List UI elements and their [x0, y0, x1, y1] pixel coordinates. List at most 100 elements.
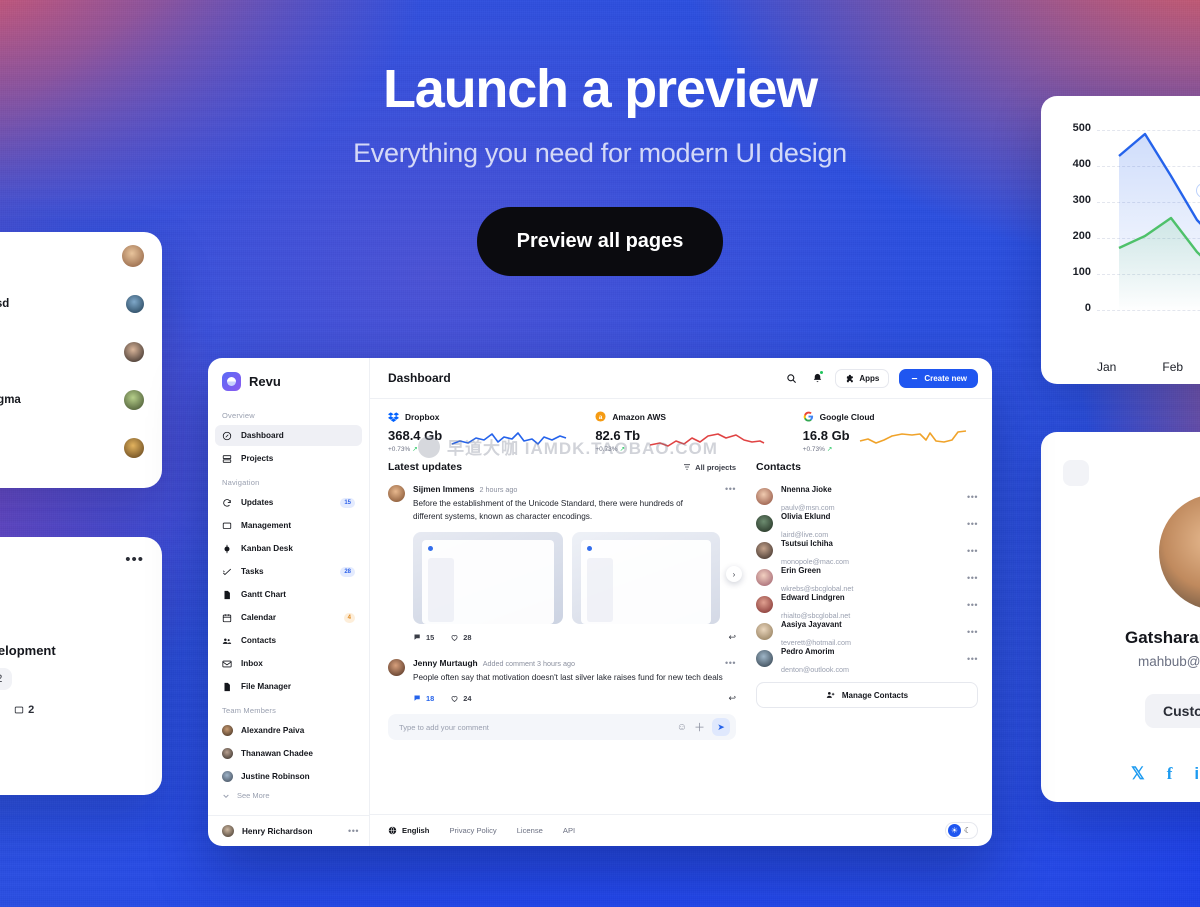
post-comments[interactable]: 15 — [413, 633, 434, 642]
feed-post: Jenny Murtaugh Added comment 3 hours ago… — [388, 658, 736, 703]
contact-row[interactable]: Pedro Amorim denton@outlook.com ••• — [756, 645, 978, 674]
more-options-icon[interactable]: ••• — [967, 546, 978, 556]
tasks-icon — [14, 706, 24, 714]
attach-icon[interactable]: ＋ — [694, 719, 705, 735]
reply-icon[interactable]: ↩ — [728, 632, 736, 643]
create-new-label: Create new — [924, 373, 967, 383]
sidebar-team-member[interactable]: Alexandre Paiva — [215, 720, 362, 741]
list-item[interactable]: templates.psd — [0, 280, 162, 328]
sparkline — [859, 430, 966, 444]
sidebar-item-dashboard[interactable]: Dashboard — [215, 425, 362, 446]
tasks-stat: 2 — [14, 704, 34, 716]
google-cloud-icon — [803, 411, 813, 422]
sidebar: Revu Overview Dashboard Projects Navigat… — [208, 358, 370, 846]
reply-icon[interactable]: ↩ — [728, 693, 736, 704]
preview-all-pages-button[interactable]: Preview all pages — [476, 207, 724, 276]
more-options-icon[interactable]: ••• — [967, 654, 978, 664]
media-thumbnail[interactable] — [413, 532, 563, 625]
dropbox-icon — [388, 412, 399, 422]
more-options-icon[interactable]: ••• — [125, 551, 144, 568]
more-options-icon[interactable]: ••• — [348, 826, 359, 836]
sidebar-item-file-manager[interactable]: File Manager — [215, 676, 362, 697]
inbox-icon — [222, 659, 232, 669]
list-item[interactable]: e for team.figma — [0, 376, 162, 424]
apps-button[interactable]: Apps — [835, 368, 890, 388]
language-selector[interactable]: English — [388, 826, 429, 835]
tasks-icon — [222, 567, 232, 577]
bell-icon[interactable] — [809, 370, 825, 386]
emoji-icon[interactable]: ☺ — [677, 722, 687, 733]
sidebar-item-label: Tasks — [241, 567, 264, 576]
projects-icon — [222, 454, 232, 464]
more-options-icon[interactable]: ••• — [967, 573, 978, 583]
team-member-name: Justine Robinson — [241, 772, 310, 781]
comment-input[interactable] — [399, 722, 670, 732]
more-options-icon[interactable]: ••• — [967, 627, 978, 637]
more-options-icon[interactable]: ••• — [725, 484, 736, 494]
facebook-icon[interactable]: f — [1167, 764, 1173, 784]
language-label: English — [402, 826, 430, 835]
provider-name: Google Cloud — [819, 411, 875, 422]
sidebar-item-label: File Manager — [241, 682, 292, 691]
project-date: 03 Dec 2022 — [0, 668, 13, 690]
manage-contacts-button[interactable]: Manage Contacts — [756, 682, 978, 708]
api-link[interactable]: API — [563, 826, 575, 835]
media-thumbnail[interactable] — [572, 532, 720, 625]
sidebar-current-user[interactable]: Henry Richardson ••• — [208, 815, 369, 846]
stat-value: 368.4 Gb — [388, 428, 443, 444]
more-options-icon[interactable]: ••• — [967, 492, 978, 502]
x-tick: Jan — [1097, 360, 1117, 374]
aws-icon: a — [595, 411, 606, 422]
y-tick: 0 — [1084, 302, 1091, 314]
sidebar-item-contacts[interactable]: Contacts — [215, 630, 362, 651]
sidebar-item-inbox[interactable]: Inbox — [215, 653, 362, 674]
search-icon[interactable] — [783, 370, 799, 386]
post-comments[interactable]: 18 — [413, 694, 434, 703]
provider-name: Amazon AWS — [612, 411, 666, 422]
more-options-icon[interactable]: ••• — [725, 658, 736, 668]
avatar — [1159, 494, 1200, 610]
license-link[interactable]: License — [517, 826, 543, 835]
contacts-title: Contacts — [756, 461, 801, 473]
more-options-icon[interactable]: ••• — [967, 600, 978, 610]
post-likes[interactable]: 24 — [450, 694, 471, 703]
twitter-icon[interactable]: 𝕏 — [1131, 764, 1145, 784]
create-new-button[interactable]: Create new — [899, 368, 978, 388]
avatar — [756, 596, 773, 613]
avatar — [124, 438, 144, 458]
more-options-icon[interactable]: ••• — [967, 519, 978, 529]
sidebar-item-updates[interactable]: Updates 15 — [215, 492, 362, 513]
next-media-button[interactable]: › — [726, 566, 742, 583]
sidebar-item-gantt-chart[interactable]: Gantt Chart — [215, 584, 362, 605]
sidebar-item-projects[interactable]: Projects — [215, 448, 362, 469]
see-more-button[interactable]: See More — [208, 788, 369, 803]
sidebar-item-calendar[interactable]: Calendar 4 — [215, 607, 362, 628]
list-item[interactable]: lsx — [0, 424, 162, 472]
social-links: 𝕏 f in — [1131, 764, 1200, 784]
sidebar-item-tasks[interactable]: Tasks 28 — [215, 561, 362, 582]
filter-icon — [684, 464, 691, 470]
privacy-policy-link[interactable]: Privacy Policy — [449, 826, 496, 835]
post-likes[interactable]: 28 — [450, 633, 471, 642]
send-comment-button[interactable]: ➤ — [712, 718, 730, 737]
notification-dot — [820, 371, 824, 374]
app-brand[interactable]: Revu — [208, 358, 369, 403]
linkedin-icon[interactable]: in — [1194, 764, 1200, 784]
sidebar-item-management[interactable]: Management — [215, 515, 362, 536]
team-member-name: Alexandre Paiva — [241, 726, 305, 735]
post-author: Sijmen Immens — [413, 484, 475, 494]
status-badge: 4 — [343, 612, 355, 623]
sidebar-item-label: Dashboard — [241, 431, 284, 440]
stat-delta: +0.73% — [388, 445, 411, 453]
post-text: Before the establishment of the Unicode … — [413, 499, 683, 521]
all-projects-filter[interactable]: All projects — [683, 463, 736, 472]
theme-toggle[interactable]: ☀ ☾ — [945, 822, 978, 839]
sidebar-team-member[interactable]: Thanawan Chadee — [215, 743, 362, 764]
sidebar-team-member[interactable]: Justine Robinson — [215, 766, 362, 787]
sidebar-item-kanban-desk[interactable]: Kanban Desk — [215, 538, 362, 559]
sidebar-item-label: Calendar — [241, 613, 277, 622]
team-member-name: Thanawan Chadee — [241, 749, 313, 758]
comment-composer: ☺ ＋ ➤ — [388, 714, 736, 741]
list-item[interactable]: tor.ai — [0, 328, 162, 376]
plus-icon — [912, 377, 918, 379]
